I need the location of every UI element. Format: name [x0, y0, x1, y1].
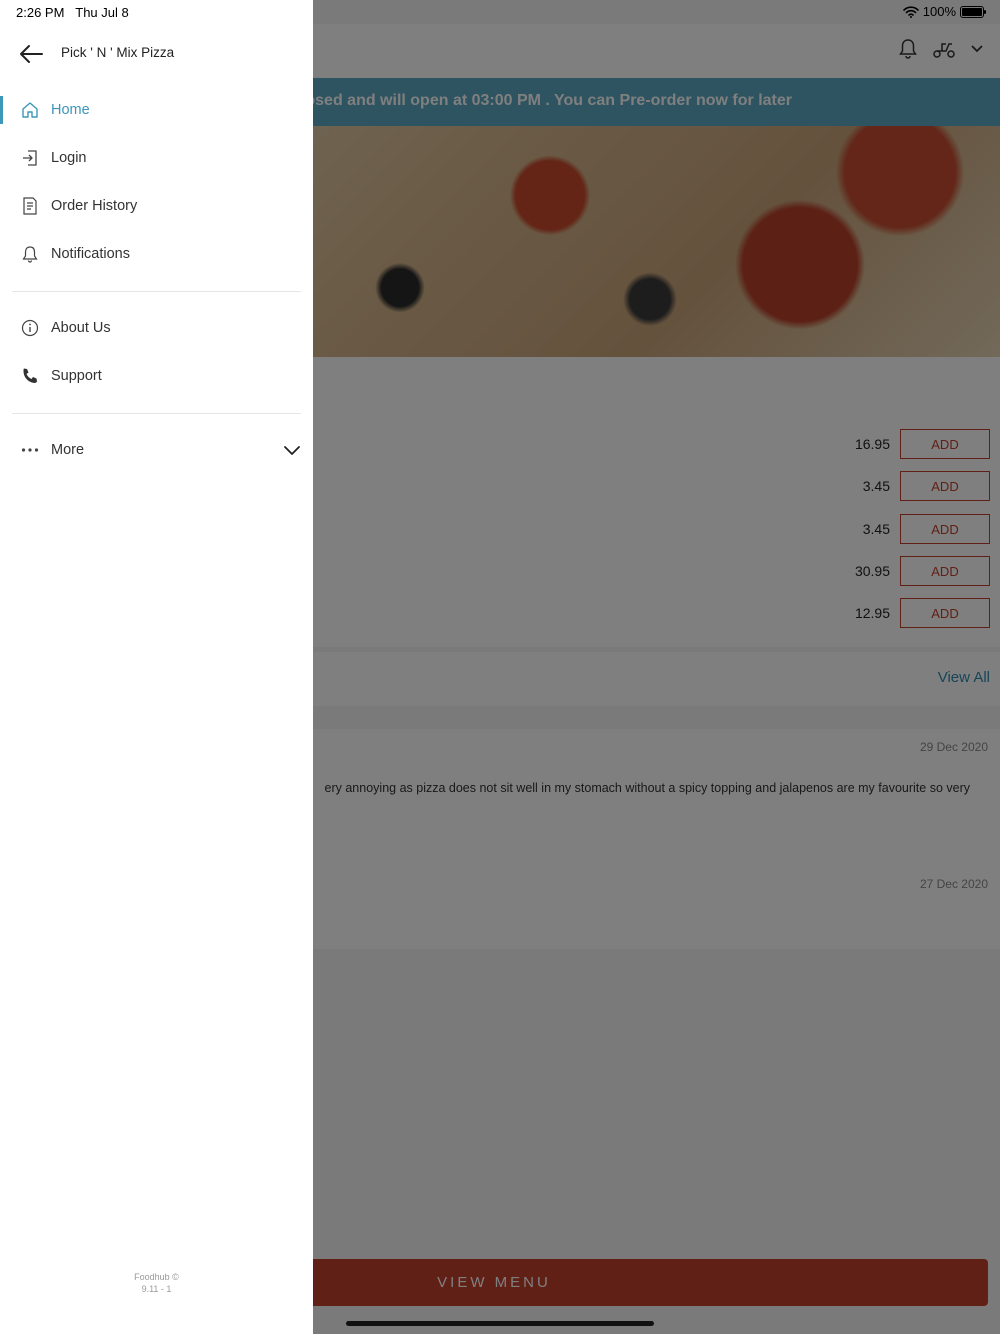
footer-brand: Foodhub © [134, 1272, 179, 1282]
more-dots-icon [20, 440, 40, 460]
time: 2:26 PM [16, 5, 65, 20]
drawer-divider [12, 413, 301, 414]
info-icon [20, 318, 40, 338]
restaurant-name: Pick ' N ' Mix Pizza [61, 45, 175, 60]
nav-item-order-history[interactable]: Order History [0, 186, 313, 226]
nav-item-about-us[interactable]: About Us [0, 308, 313, 348]
nav-label: Support [51, 368, 102, 384]
nav-item-home[interactable]: Home [0, 90, 313, 130]
nav-label: Login [51, 150, 87, 166]
chevron-down-icon[interactable] [283, 441, 301, 459]
home-indicator [346, 1321, 654, 1326]
login-icon [20, 148, 40, 168]
date: Thu Jul 8 [75, 5, 129, 20]
status-indicators: 100% [902, 4, 986, 19]
back-arrow-icon[interactable] [18, 42, 44, 66]
nav-label: Order History [51, 198, 138, 214]
wifi-icon [902, 5, 919, 18]
order-history-icon [20, 196, 40, 216]
nav-item-support[interactable]: Support [0, 356, 313, 396]
drawer-footer: Foodhub © 9.11 - 1 [0, 1271, 313, 1295]
battery-percent: 100% [922, 4, 956, 19]
footer-version: 9.11 - 1 [141, 1284, 172, 1294]
nav-label: Notifications [51, 246, 130, 262]
navigation-drawer: Pick ' N ' Mix Pizza Home Login Order Hi… [0, 0, 313, 1334]
drawer-divider [12, 291, 301, 292]
nav-label: Home [51, 102, 90, 118]
nav-label: About Us [51, 320, 111, 336]
status-time: 2:26 PM Thu Jul 8 [16, 5, 129, 20]
home-icon [20, 100, 40, 120]
bell-icon [20, 244, 40, 264]
nav-label: More [51, 442, 85, 458]
nav-item-login[interactable]: Login [0, 138, 313, 178]
drawer-header: Pick ' N ' Mix Pizza [0, 30, 313, 78]
nav-item-notifications[interactable]: Notifications [0, 234, 313, 274]
nav-item-more[interactable]: More [0, 430, 313, 470]
phone-icon [20, 366, 40, 386]
battery-icon [960, 5, 986, 18]
